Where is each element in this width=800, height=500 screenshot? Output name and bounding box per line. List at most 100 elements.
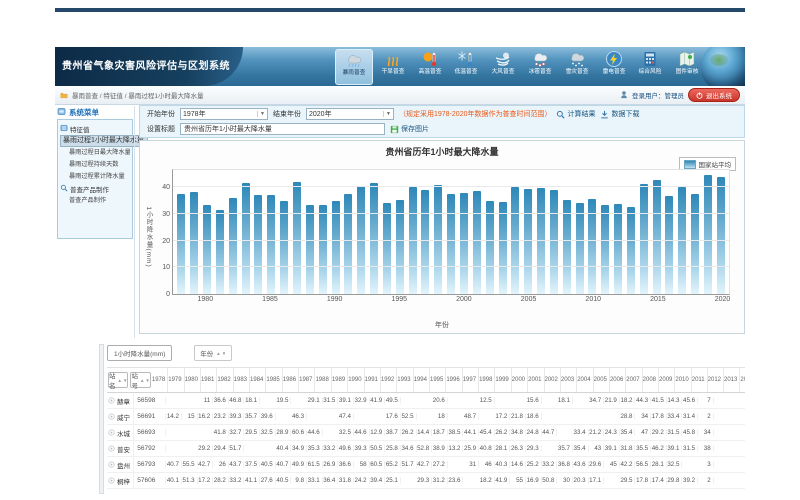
- column-header-year-2006[interactable]: 2006: [610, 368, 626, 392]
- column-header-year-1995[interactable]: 1995: [430, 368, 446, 392]
- column-header-year-2002[interactable]: 2002: [545, 368, 561, 392]
- nav-label: 高温普查: [418, 69, 441, 76]
- column-header-station-id[interactable]: 站号▲▼: [130, 372, 150, 388]
- nav-lightning-survey[interactable]: 雷电普查: [597, 49, 631, 85]
- sort-arrows-icon: ▲▼: [140, 378, 150, 383]
- tree-item-product-making-item[interactable]: 普查产品制作: [60, 195, 130, 207]
- nav-drought-survey[interactable]: 干旱普查: [376, 49, 410, 85]
- column-header-year-2001[interactable]: 2001: [528, 368, 544, 392]
- year-sort-box[interactable]: 年份 ▲▼: [194, 345, 232, 361]
- column-header-year-2000[interactable]: 2000: [512, 368, 528, 392]
- calculate-button[interactable]: 计算结果: [556, 109, 595, 119]
- table-row[interactable]: 普安5679229.229.451.740.434.935.333.249.63…: [107, 441, 745, 457]
- nav-composite-risk[interactable]: 综合风险: [633, 49, 667, 85]
- column-header-year-1979[interactable]: 1979: [168, 368, 184, 392]
- column-header-year-2014[interactable]: 2014: [740, 368, 745, 392]
- column-header-year-2008[interactable]: 2008: [643, 368, 659, 392]
- nav-high-temp-survey[interactable]: 高温普查: [413, 49, 447, 85]
- column-header-year-1998[interactable]: 1998: [479, 368, 495, 392]
- value-filter-box[interactable]: 1小时降水量(mm): [107, 345, 172, 361]
- bottom-panel: 1小时降水量(mm) 年份 ▲▼ 站名▲▼站号▲▼197819791980198…: [107, 344, 745, 496]
- value-cell-1980: 11: [198, 397, 214, 404]
- gridline: [173, 240, 729, 241]
- column-header-year-1992[interactable]: 1992: [381, 368, 397, 392]
- radio-plus-icon[interactable]: [108, 477, 115, 484]
- value-cell-2003: 36.8: [557, 461, 573, 468]
- radio-plus-icon[interactable]: [108, 397, 115, 404]
- end-year-label: 结束年份: [273, 109, 301, 119]
- table-row[interactable]: 盘州5679340.755.542.72643.737.540.540.749.…: [107, 457, 745, 473]
- table-row[interactable]: 赫章565981136.646.818.119.529.131.539.132.…: [107, 393, 745, 409]
- column-header-station-name[interactable]: 站名▲▼: [108, 372, 128, 388]
- value-cell-1987: 35.3: [307, 445, 323, 452]
- table-row[interactable]: 威宁5669114.21516.223.239.335.739.646.347.…: [107, 409, 745, 425]
- nav-label: 冰雹普查: [529, 69, 552, 76]
- column-header-year-1982[interactable]: 1982: [217, 368, 233, 392]
- column-header-year-2010[interactable]: 2010: [675, 368, 691, 392]
- column-header-year-2003[interactable]: 2003: [561, 368, 577, 392]
- column-header-year-1981[interactable]: 1981: [201, 368, 217, 392]
- value-cell-1989: 49.6: [338, 445, 354, 452]
- start-year-select[interactable]: 1978年 ▼: [180, 108, 268, 120]
- radio-plus-icon[interactable]: [108, 429, 115, 436]
- column-header-year-1988[interactable]: 1988: [315, 368, 331, 392]
- column-header-year-1990[interactable]: 1990: [348, 368, 364, 392]
- x-tick-label: 1990: [327, 296, 343, 303]
- column-header-year-1994[interactable]: 1994: [414, 368, 430, 392]
- radio-plus-icon[interactable]: [108, 461, 115, 468]
- tree-group-feature-values[interactable]: 特征值: [60, 123, 130, 135]
- column-header-year-1983[interactable]: 1983: [234, 368, 250, 392]
- nav-wind-survey[interactable]: 大风普查: [486, 49, 520, 85]
- column-header-year-2013[interactable]: 2013: [724, 368, 740, 392]
- column-header-year-1993[interactable]: 1993: [397, 368, 413, 392]
- column-header-year-2009[interactable]: 2009: [659, 368, 675, 392]
- table-row[interactable]: 桐梓5760640.151.317.228.233.241.127.640.59…: [107, 473, 745, 489]
- value-cell-1990: 44.6: [354, 429, 370, 436]
- column-header-year-2004[interactable]: 2004: [577, 368, 593, 392]
- tree-item-max-daily-precip[interactable]: 暴雨过程日最大降水量: [60, 147, 130, 159]
- column-header-year-1987[interactable]: 1987: [299, 368, 315, 392]
- column-header-year-2011[interactable]: 2011: [692, 368, 708, 392]
- data-download-button[interactable]: 数据下载: [600, 109, 639, 119]
- column-header-year-1984[interactable]: 1984: [250, 368, 266, 392]
- column-header-year-1999[interactable]: 1999: [495, 368, 511, 392]
- chart-title-input[interactable]: [180, 123, 385, 135]
- radio-plus-icon[interactable]: [108, 413, 115, 420]
- column-header-year-1996[interactable]: 1996: [446, 368, 462, 392]
- bar-slot: [522, 170, 535, 294]
- nav-hail-survey[interactable]: 冰雹普查: [523, 49, 557, 85]
- radio-plus-icon[interactable]: [108, 445, 115, 452]
- column-header-year-1980[interactable]: 1980: [185, 368, 201, 392]
- bar-slot: [445, 170, 458, 294]
- column-header-year-2012[interactable]: 2012: [708, 368, 724, 392]
- column-header-year-2005[interactable]: 2005: [594, 368, 610, 392]
- tree-item-duration-days[interactable]: 暴雨过程持续天数: [60, 159, 130, 171]
- nav-rainstorm-survey[interactable]: 暴雨普查: [335, 49, 373, 85]
- column-header-year-1989[interactable]: 1989: [332, 368, 348, 392]
- column-header-year-1986[interactable]: 1986: [283, 368, 299, 392]
- column-header-year-1997[interactable]: 1997: [463, 368, 479, 392]
- sidebar-splitter[interactable]: [134, 106, 135, 338]
- value-cell-1990: 24.2: [354, 477, 370, 484]
- bar-slot: [714, 170, 727, 294]
- table-row[interactable]: 水城5669341.832.729.532.528.960.644.632.54…: [107, 425, 745, 441]
- column-header-year-1985[interactable]: 1985: [266, 368, 282, 392]
- chart-title-label: 设置标题: [147, 124, 175, 134]
- bar-slot: [419, 170, 432, 294]
- x-tick-label: 1985: [262, 296, 278, 303]
- end-year-select[interactable]: 2020年 ▼: [306, 108, 394, 120]
- tree-item-accum-precip[interactable]: 暴雨过程累计降水量: [60, 171, 130, 183]
- column-header-year-2007[interactable]: 2007: [626, 368, 642, 392]
- nav-snow-survey[interactable]: 雪灾普查: [560, 49, 594, 85]
- tree-group-product-making[interactable]: 普查产品制作: [60, 183, 130, 195]
- column-header-year-1978[interactable]: 1978: [152, 368, 168, 392]
- x-tick-label: 2015: [650, 296, 666, 303]
- value-cell-2002: 33.2: [542, 461, 558, 468]
- bar-slot: [663, 170, 676, 294]
- nav-low-temp-survey[interactable]: 低温普查: [449, 49, 483, 85]
- logout-button[interactable]: 退出系统: [688, 88, 740, 102]
- bottom-panel-splitter[interactable]: [99, 344, 104, 494]
- column-header-year-1991[interactable]: 1991: [365, 368, 381, 392]
- save-image-button[interactable]: 保存图片: [390, 124, 429, 134]
- nav-map-review[interactable]: 图件审核: [670, 49, 704, 85]
